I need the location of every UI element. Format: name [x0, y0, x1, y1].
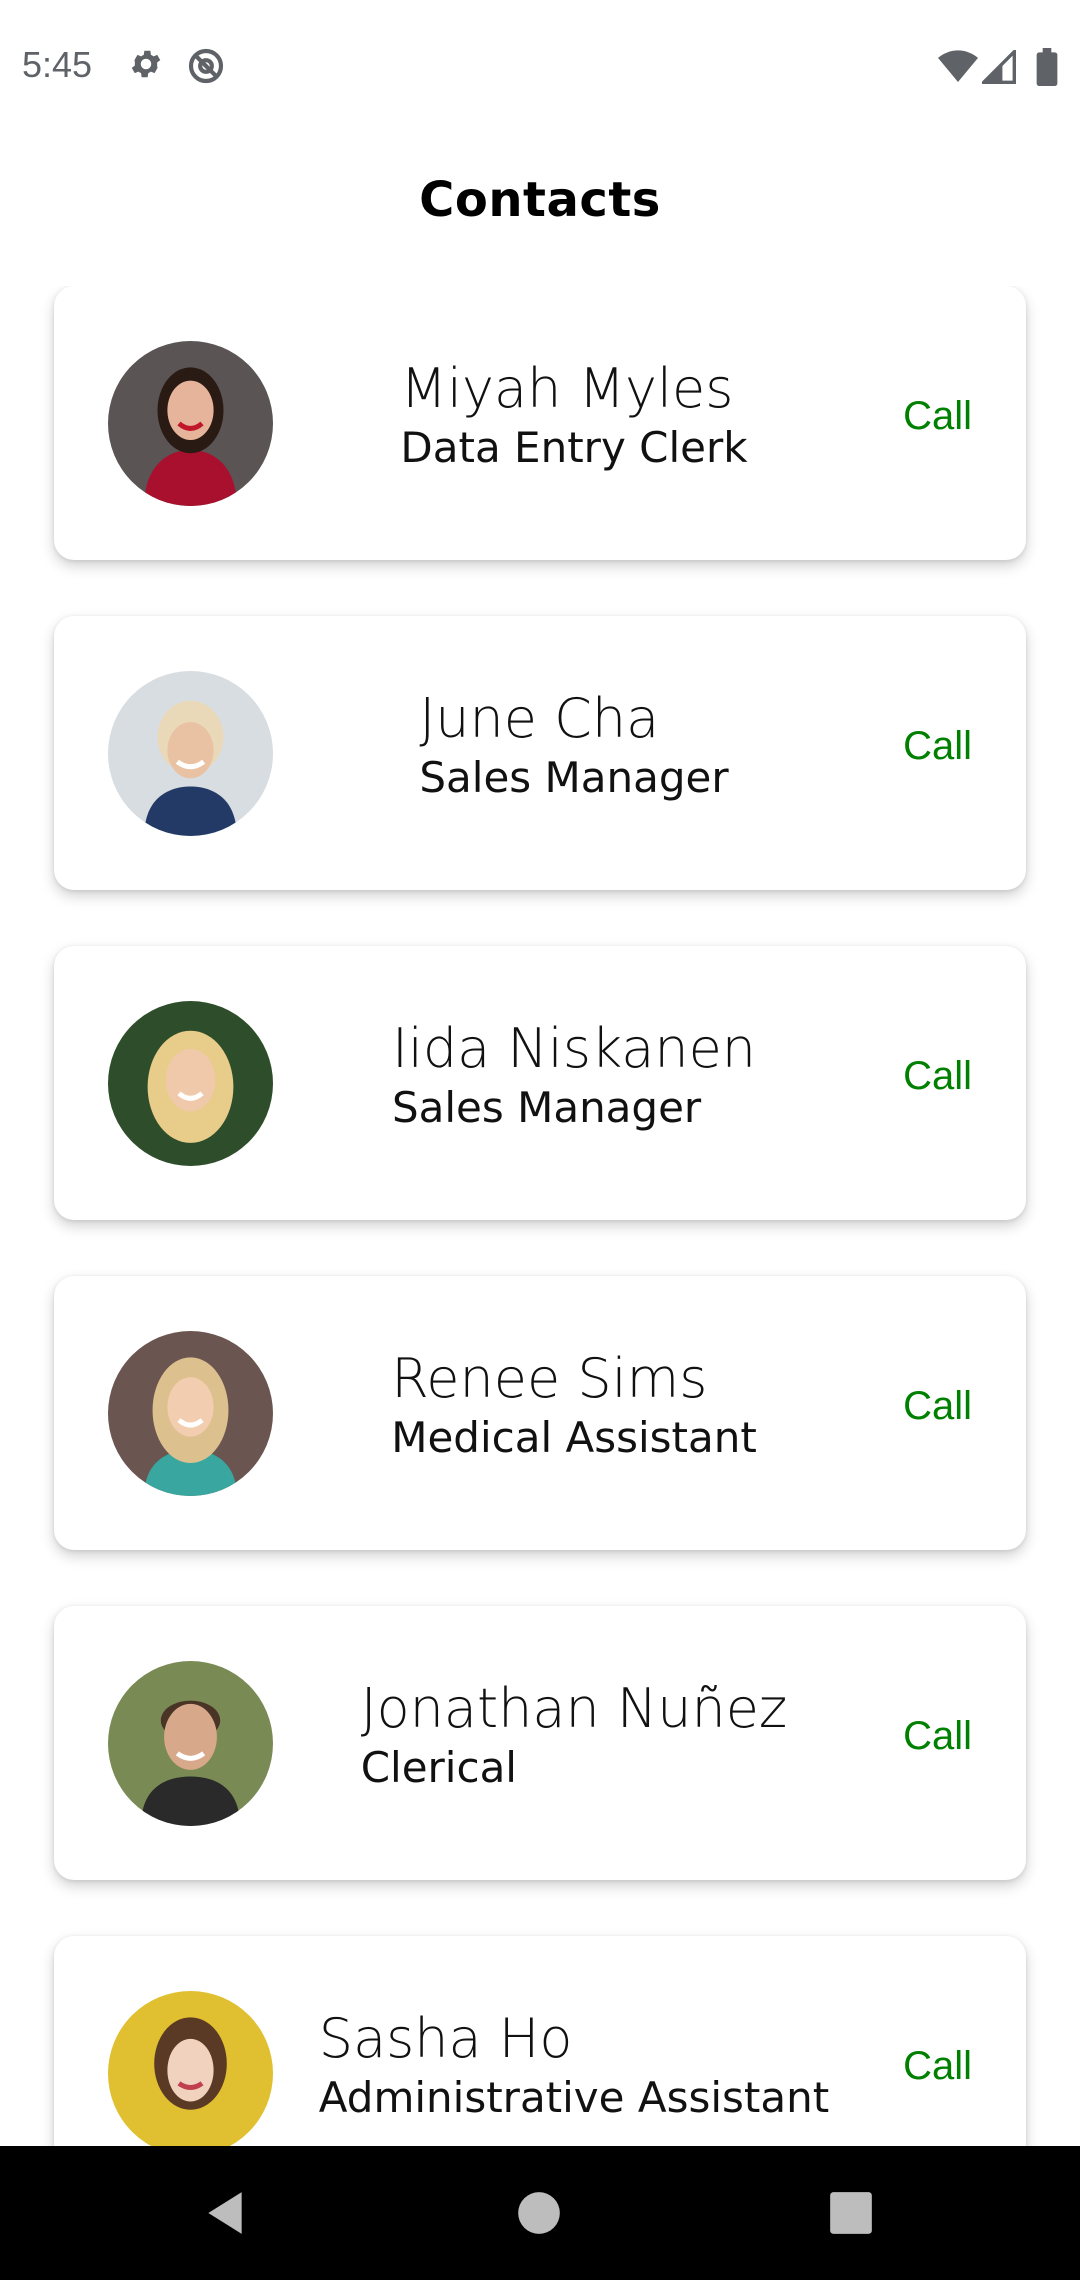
call-button[interactable]: Call — [903, 1054, 972, 1099]
contact-name: Jonathan Nuñez — [360, 1677, 788, 1740]
battery-icon — [1036, 48, 1058, 90]
do-not-disturb-icon — [186, 46, 226, 90]
contact-text: Sasha Ho Administrative Assistant — [274, 2006, 874, 2124]
contact-name: June Cha — [419, 687, 660, 750]
home-icon[interactable] — [514, 2188, 564, 2242]
navigation-bar — [0, 2146, 1080, 2280]
contact-role: Sales Manager — [419, 753, 729, 802]
contact-name: Iida Niskanen — [391, 1017, 757, 1080]
call-button[interactable]: Call — [903, 1384, 972, 1429]
contact-name: Sasha Ho — [318, 2007, 573, 2070]
contact-card[interactable]: Iida Niskanen Sales Manager Call — [54, 946, 1026, 1220]
call-button[interactable]: Call — [903, 2044, 972, 2089]
avatar — [108, 1331, 273, 1496]
contact-role: Data Entry Clerk — [400, 423, 748, 472]
gear-icon — [128, 46, 164, 86]
contact-text: Miyah Myles Data Entry Clerk — [274, 356, 874, 474]
avatar — [108, 1001, 273, 1166]
contact-card[interactable]: Renee Sims Medical Assistant Call — [54, 1276, 1026, 1550]
contact-card[interactable]: Sasha Ho Administrative Assistant Call — [54, 1936, 1026, 2146]
signal-icon — [979, 47, 1016, 88]
contact-card[interactable]: Miyah Myles Data Entry Clerk Call — [54, 286, 1026, 560]
status-time: 5:45 — [22, 44, 93, 85]
status-bar: 5:45 — [0, 0, 1080, 136]
avatar — [108, 341, 273, 506]
contact-card[interactable]: Jonathan Nuñez Clerical Call — [54, 1606, 1026, 1880]
call-button[interactable]: Call — [903, 1714, 972, 1759]
contact-role: Administrative Assistant — [318, 2073, 830, 2122]
call-button[interactable]: Call — [903, 724, 972, 769]
avatar — [108, 1991, 273, 2146]
contact-text: June Cha Sales Manager — [274, 686, 874, 804]
recents-icon[interactable] — [826, 2188, 876, 2242]
contact-role: Clerical — [360, 1743, 517, 1792]
contact-text: Renee Sims Medical Assistant — [274, 1346, 874, 1464]
avatar — [108, 1661, 273, 1826]
contact-card[interactable]: June Cha Sales Manager Call — [54, 616, 1026, 890]
contact-name: Miyah Myles — [400, 357, 734, 420]
back-icon[interactable] — [200, 2188, 250, 2242]
contact-list[interactable]: Miyah Myles Data Entry Clerk Call June C… — [0, 286, 1080, 2146]
contact-role: Sales Manager — [391, 1083, 702, 1132]
contact-role: Medical Assistant — [391, 1413, 757, 1462]
wifi-icon — [938, 50, 978, 88]
contact-name: Renee Sims — [391, 1347, 708, 1410]
contact-text: Jonathan Nuñez Clerical — [274, 1676, 874, 1794]
avatar — [108, 671, 273, 836]
call-button[interactable]: Call — [903, 394, 972, 439]
contact-text: Iida Niskanen Sales Manager — [274, 1016, 874, 1134]
page-title: Contacts — [419, 172, 661, 228]
